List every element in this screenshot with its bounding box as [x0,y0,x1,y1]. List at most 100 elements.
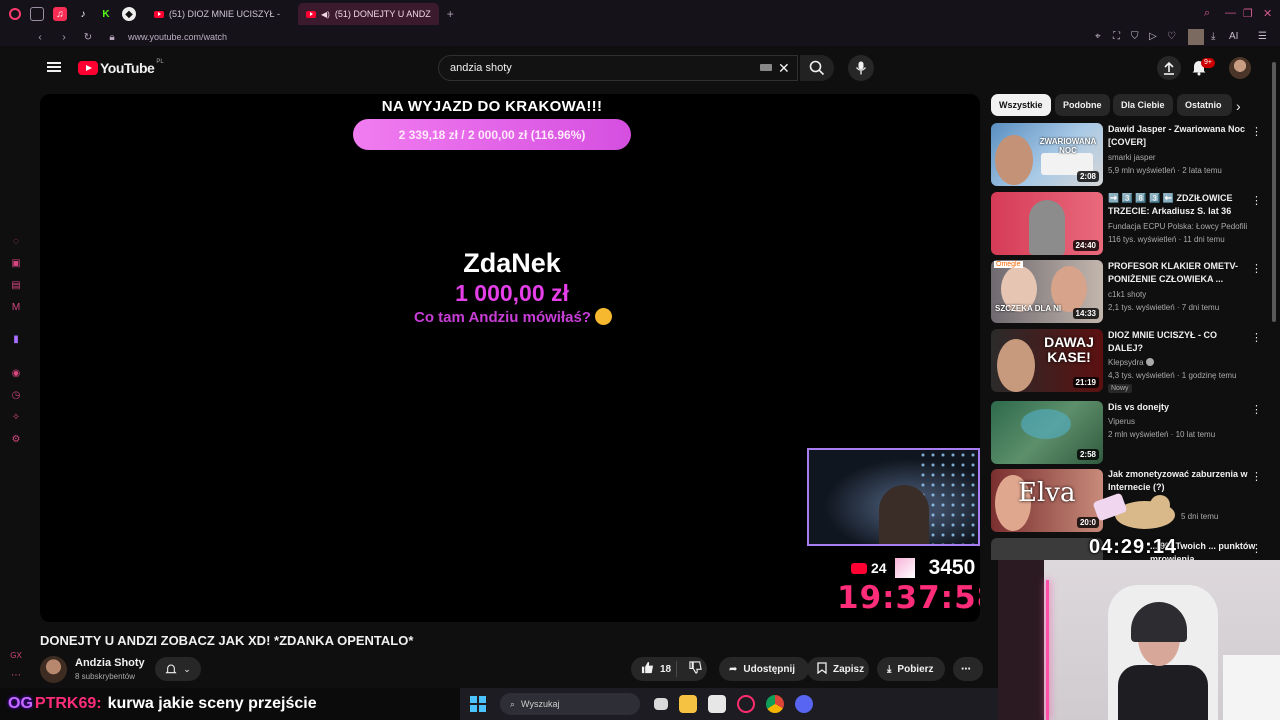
guide-menu-icon[interactable] [47,60,61,74]
github-icon[interactable]: ◆ [122,7,136,21]
kick-icon[interactable]: K [99,7,113,21]
account-avatar[interactable] [1229,57,1251,79]
rec-channel[interactable]: c1k1 shoty [1108,289,1253,300]
workspaces-icon[interactable] [30,7,44,21]
pin-icon[interactable]: ⌖ [1095,31,1101,42]
profile-avatar-icon[interactable] [1188,29,1204,45]
new-tab-button[interactable]: + [447,7,454,21]
rec-more-icon[interactable]: ⋮ [1251,403,1262,416]
rec-title[interactable]: ➡️ 3️⃣ 8️⃣ 3️⃣ ⬅️ ZDZIŁOWICE TRZECIE: Ar… [1108,192,1248,218]
maximize-icon[interactable]: ❐ [1243,7,1253,20]
menu-icon[interactable]: ☰ [1258,31,1267,42]
opera-logo-icon[interactable] [9,8,21,20]
create-button[interactable] [1157,56,1181,80]
rec-more-icon[interactable]: ⋮ [1251,125,1262,138]
youtube-logo[interactable]: YouTube PL [78,59,164,76]
chat-username: PTRK69: [34,695,102,712]
discord-icon[interactable] [795,695,813,713]
page-scrollbar[interactable] [1272,62,1276,322]
download-button[interactable]: ⤓ Pobierz [877,657,945,681]
speaker-icon[interactable]: ◀) [321,10,330,19]
rec-channel[interactable]: smarki jasper [1108,152,1253,163]
microsoft-store-icon[interactable] [708,695,726,713]
search-input[interactable]: andzia shoty [438,55,798,81]
chevron-right-icon[interactable]: › [1236,98,1241,114]
save-button[interactable]: Zapisz [807,657,869,681]
rec-channel[interactable]: Klepsydra [1108,357,1253,368]
rec-channel[interactable]: Fundacja ECPU Polska: Łowcy Pedofili [1108,221,1253,232]
chat-badge: OG [8,695,33,712]
more-actions-button[interactable]: ⋯ [953,657,983,681]
back-icon[interactable]: ‹ [34,32,46,43]
gx-icon[interactable]: GX [10,650,22,662]
history-icon[interactable]: ◷ [10,390,22,402]
rec-thumbnail[interactable] [991,538,1103,560]
aria-sidebar-icon[interactable]: ◌ [10,236,22,248]
rec-thumbnail[interactable]: DAWAJ KASE! 21:19 [991,329,1103,392]
tab-donejty[interactable]: ◀) (51) DONEJTY U ANDZ [298,3,439,25]
extensions-icon[interactable]: ✧ [10,412,22,424]
reload-icon[interactable]: ↻ [82,32,94,43]
twitch-icon[interactable]: ▮ [10,334,22,346]
rec-title[interactable]: Dis vs donejty [1108,401,1248,414]
more-horizontal-icon: ⋯ [961,663,971,675]
rec-title[interactable]: DIOZ MNIE UCISZYŁ - CO DALEJ? [1108,329,1248,355]
tab-dioz[interactable]: (51) DIOZ MNIE UCISZYŁ - [146,3,288,25]
rec-more-icon[interactable]: ⋮ [1251,262,1262,275]
messenger-icon[interactable]: M [10,302,22,314]
heart-icon[interactable]: ♡ [1167,31,1176,42]
rec-thumbnail[interactable]: ZWARIOWANA NOC 2:08 [991,123,1103,186]
chip-all[interactable]: Wszystkie [991,94,1051,116]
settings-icon[interactable]: ⚙ [10,434,22,446]
rec-title[interactable]: Dawid Jasper - Zwariowana Noc [COVER] [1108,123,1248,149]
rec-thumbnail[interactable]: 2:58 [991,401,1103,464]
aria-icon[interactable]: AI [1229,31,1238,42]
tiktok-icon[interactable]: ♪ [76,7,90,21]
shield-icon[interactable]: ⛉ [1131,31,1139,42]
search-tabs-icon[interactable]: ⌕ [1204,7,1210,20]
like-count[interactable]: 18 [660,664,671,675]
rec-title[interactable]: PROFESOR KLAKIER OMETV- PONIŻENIE CZŁOWI… [1108,260,1248,286]
keyboard-icon[interactable] [760,64,772,71]
opera-gx-icon[interactable] [737,695,755,713]
url-field[interactable]: www.youtube.com/watch [128,32,227,42]
subscription-bell-button[interactable]: ⌄ [155,657,201,681]
share-button[interactable]: ➦ Udostępnij [719,657,809,681]
windows-start-icon[interactable] [470,696,486,712]
chip-recent[interactable]: Ostatnio [1177,94,1232,116]
channel-avatar[interactable] [40,656,67,683]
video-player[interactable]: NA WYJAZD DO KRAKOWA!!! 2 339,18 zł / 2 … [40,94,980,622]
chip-for-you[interactable]: Dla Ciebie [1113,94,1173,116]
chip-related[interactable]: Podobne [1055,94,1110,116]
youtube-play-icon [78,61,98,75]
thumbs-down-icon[interactable] [689,661,702,677]
taskbar-search[interactable]: ⌕ Wyszukaj [500,693,640,715]
lock-icon[interactable]: 🔒︎ [106,32,118,43]
rec-more-icon[interactable]: ⋮ [1251,331,1262,344]
music-app-icon[interactable]: ♫ [53,7,67,21]
thumbs-up-icon[interactable] [641,661,654,677]
rec-more-icon[interactable]: ⋮ [1251,194,1262,207]
rec-more-icon[interactable]: ⋮ [1251,470,1262,483]
pinboard-icon[interactable]: ▤ [10,280,22,292]
channel-name[interactable]: Andzia Shoty [75,657,145,669]
player-icon[interactable]: ◉ [10,368,22,380]
chrome-icon[interactable] [766,695,784,713]
minimize-icon[interactable]: — [1225,7,1236,19]
more-sidebar-icon[interactable]: ⋯ [10,670,22,682]
crypto-wallet-icon[interactable]: ▣ [10,258,22,270]
rec-channel[interactable]: Viperus [1108,416,1253,427]
play-icon[interactable]: ▷ [1149,31,1157,42]
task-view-icon[interactable] [654,698,668,710]
close-icon[interactable]: ✕ [1263,7,1272,20]
voice-search-button[interactable] [848,55,874,81]
search-button[interactable] [800,55,834,81]
clear-search-icon[interactable]: ✕ [778,60,790,77]
rec-thumbnail[interactable]: 24:40 [991,192,1103,255]
rec-more-icon[interactable]: ⋮ [1251,542,1262,555]
screenshot-icon[interactable]: ⛶ [1113,31,1120,42]
rec-thumbnail[interactable]: Omegle SZCZEKA DLA NI 14:33 [991,260,1103,323]
file-explorer-icon[interactable] [679,695,697,713]
forward-icon[interactable]: › [58,32,70,43]
download-icon[interactable]: ⤓ [1211,31,1215,42]
